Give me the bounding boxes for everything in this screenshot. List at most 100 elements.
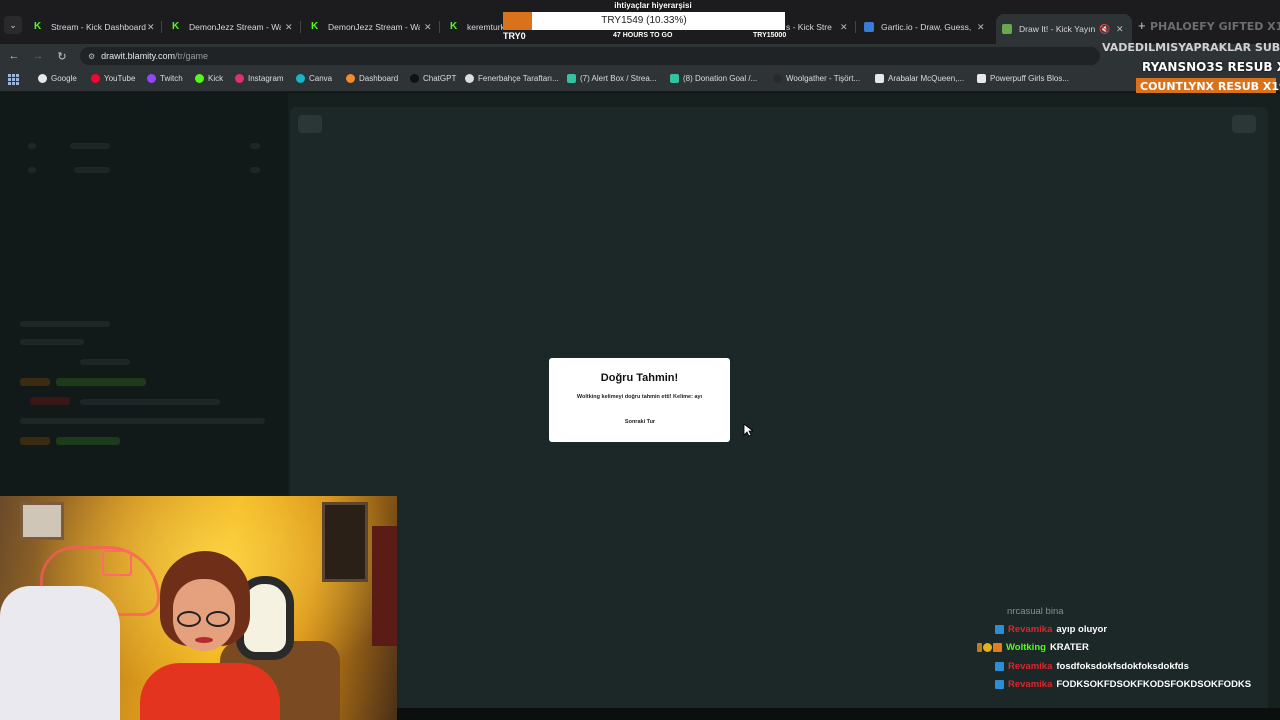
bookmark-chatgpt[interactable]: ChatGPT bbox=[410, 74, 456, 83]
page-icon bbox=[977, 74, 986, 83]
tab-separator bbox=[161, 21, 162, 33]
sub-ticker: PHALOEFY GIFTED X1 bbox=[1150, 20, 1280, 33]
canvas-tool-button[interactable] bbox=[1232, 115, 1256, 133]
sub-ticker: VADEDILMISYAPRAKLAR SUB bbox=[1102, 41, 1280, 54]
url-host: drawit.blamity.com bbox=[101, 51, 176, 61]
chat-username: Woltking bbox=[1006, 641, 1046, 653]
correct-guess-modal: Doğru Tahmin! Woltking kelimeyi doğru ta… bbox=[549, 358, 730, 442]
chat-message: nrcasual bina bbox=[1007, 604, 1064, 618]
tab-keremturke[interactable]: K keremturke bbox=[450, 17, 504, 37]
placeholder-row bbox=[28, 167, 36, 173]
tab-gartic[interactable]: Gartic.io - Draw, Guess, W ✕ bbox=[864, 17, 988, 37]
tab-title: DemonJezz Stream - Wat bbox=[328, 22, 420, 32]
glasses-icon bbox=[177, 611, 201, 627]
bookmark-fenerbahce[interactable]: Fenerbahçe Taraftarı... bbox=[465, 74, 559, 83]
bookmark-alert-box[interactable]: (7) Alert Box / Strea... bbox=[567, 74, 656, 83]
streamelements-icon bbox=[670, 74, 679, 83]
goal-title: ihtiyaçlar hiyerarşisi bbox=[614, 1, 692, 10]
next-round-button[interactable]: Sonraki Tur bbox=[615, 416, 665, 428]
chat-text: ayıp oluyor bbox=[1056, 623, 1108, 635]
apps-grid-icon[interactable] bbox=[8, 74, 19, 85]
modal-title: Doğru Tahmin! bbox=[600, 372, 679, 384]
bookmark-arabalar[interactable]: Arabalar McQueen,... bbox=[875, 74, 964, 83]
tab-demonjezz-1[interactable]: K DemonJezz Stream - Wat ✕ bbox=[172, 17, 296, 37]
placeholder-row bbox=[20, 378, 50, 386]
bookmark-google[interactable]: Google bbox=[38, 74, 77, 83]
placeholder-row bbox=[30, 397, 70, 405]
placeholder-row bbox=[80, 399, 220, 405]
streamer bbox=[140, 551, 280, 720]
chat-message: Woltking KRATER bbox=[977, 640, 1089, 654]
instagram-icon bbox=[235, 74, 244, 83]
placeholder-row bbox=[56, 437, 120, 445]
forward-icon[interactable]: → bbox=[30, 48, 46, 64]
tab-separator bbox=[855, 21, 856, 33]
placeholder-row bbox=[74, 167, 110, 173]
chat-username: Revamika bbox=[1008, 660, 1053, 672]
close-icon[interactable]: ✕ bbox=[285, 22, 293, 33]
mute-icon[interactable]: 🔇 bbox=[1099, 24, 1110, 35]
neon-sign-icon bbox=[102, 550, 132, 576]
close-icon[interactable]: ✕ bbox=[424, 22, 432, 33]
goal-time-left: 47 HOURS TO GO bbox=[613, 32, 673, 39]
bookmark-woolgather[interactable]: Woolgather - Tişört... bbox=[773, 74, 860, 83]
globe-icon bbox=[465, 74, 474, 83]
close-icon[interactable]: ✕ bbox=[1116, 24, 1124, 35]
canvas-tool-button[interactable] bbox=[298, 115, 322, 133]
canva-icon bbox=[296, 74, 305, 83]
google-icon bbox=[38, 74, 47, 83]
bookmark-instagram[interactable]: Instagram bbox=[235, 74, 284, 83]
navigation-bar: ← → ↻ ⚙ drawit.blamity.com /tr/game bbox=[0, 44, 1280, 68]
tab-search-icon[interactable]: ⌄ bbox=[4, 16, 22, 34]
tab-draw-it-active[interactable]: Draw It! - Kick Yayınla 🔇 ✕ bbox=[996, 14, 1132, 44]
woolgather-icon bbox=[773, 74, 782, 83]
bookmark-canva[interactable]: Canva bbox=[296, 74, 332, 83]
bookmark-powerpuff[interactable]: Powerpuff Girls Blos... bbox=[977, 74, 1069, 83]
placeholder-row bbox=[20, 418, 265, 424]
tab-title: Draw It! - Kick Yayınla bbox=[1019, 24, 1095, 34]
goal-target-value: TRY15000 bbox=[753, 32, 787, 39]
close-icon[interactable]: ✕ bbox=[977, 22, 985, 33]
donation-goal-widget: ihtiyaçlar hiyerarşisi TRY1549 (10.33%) … bbox=[503, 0, 787, 44]
wall-poster bbox=[322, 502, 368, 582]
bookmarks-bar: Google YouTube Twitch Kick Instagram Can… bbox=[0, 68, 1280, 92]
reload-icon[interactable]: ↻ bbox=[54, 48, 70, 64]
screen: ⌄ K Stream - Kick Dashboard ✕ K DemonJez… bbox=[0, 0, 1280, 720]
goal-amount: TRY1549 (10.33%) bbox=[601, 15, 687, 26]
gift-badge-icon bbox=[977, 642, 982, 652]
back-icon[interactable]: ← bbox=[6, 48, 22, 64]
chat-message: Revamika fosdfoksdokfsdokfoksdokfds bbox=[995, 659, 1189, 673]
dashboard-icon bbox=[346, 74, 355, 83]
site-info-icon[interactable]: ⚙ bbox=[88, 52, 95, 61]
tab-kick-stream[interactable]: s - Kick Strea ✕ bbox=[786, 17, 850, 37]
tab-title: DemonJezz Stream - Wat bbox=[189, 22, 281, 32]
youtube-icon bbox=[91, 74, 100, 83]
kick-icon bbox=[195, 74, 204, 83]
kick-icon: K bbox=[450, 21, 458, 32]
address-bar[interactable]: ⚙ drawit.blamity.com /tr/game bbox=[80, 47, 1100, 65]
close-icon[interactable]: ✕ bbox=[147, 22, 155, 33]
tab-title: keremturke bbox=[467, 22, 504, 32]
chat-text: nrcasual bina bbox=[1007, 605, 1064, 617]
bookmark-twitch[interactable]: Twitch bbox=[147, 74, 183, 83]
url-path: /tr/game bbox=[175, 51, 209, 61]
new-tab-icon[interactable]: + bbox=[1138, 18, 1146, 33]
chat-text: KRATER bbox=[1049, 641, 1089, 653]
kick-icon: K bbox=[172, 21, 180, 32]
kick-icon: K bbox=[311, 21, 319, 32]
tab-demonjezz-2[interactable]: K DemonJezz Stream - Wat ✕ bbox=[311, 17, 435, 37]
placeholder-row bbox=[70, 143, 110, 149]
bookmark-donation-goal[interactable]: (8) Donation Goal /... bbox=[670, 74, 757, 83]
bookmark-youtube[interactable]: YouTube bbox=[91, 74, 135, 83]
tab-title: Stream - Kick Dashboard bbox=[51, 22, 146, 32]
chatgpt-icon bbox=[410, 74, 419, 83]
subscriber-badge-icon bbox=[995, 661, 1004, 671]
sub-ticker: RYANSNO3S RESUB X3 bbox=[1142, 60, 1280, 74]
tab-stream-kick-dashboard[interactable]: K Stream - Kick Dashboard ✕ bbox=[34, 17, 158, 37]
close-icon[interactable]: ✕ bbox=[840, 22, 848, 33]
bookmark-kick[interactable]: Kick bbox=[195, 74, 223, 83]
founder-badge-icon bbox=[983, 642, 992, 652]
streamelements-icon bbox=[567, 74, 576, 83]
wall-calendar bbox=[372, 526, 397, 646]
bookmark-dashboard[interactable]: Dashboard bbox=[346, 74, 398, 83]
